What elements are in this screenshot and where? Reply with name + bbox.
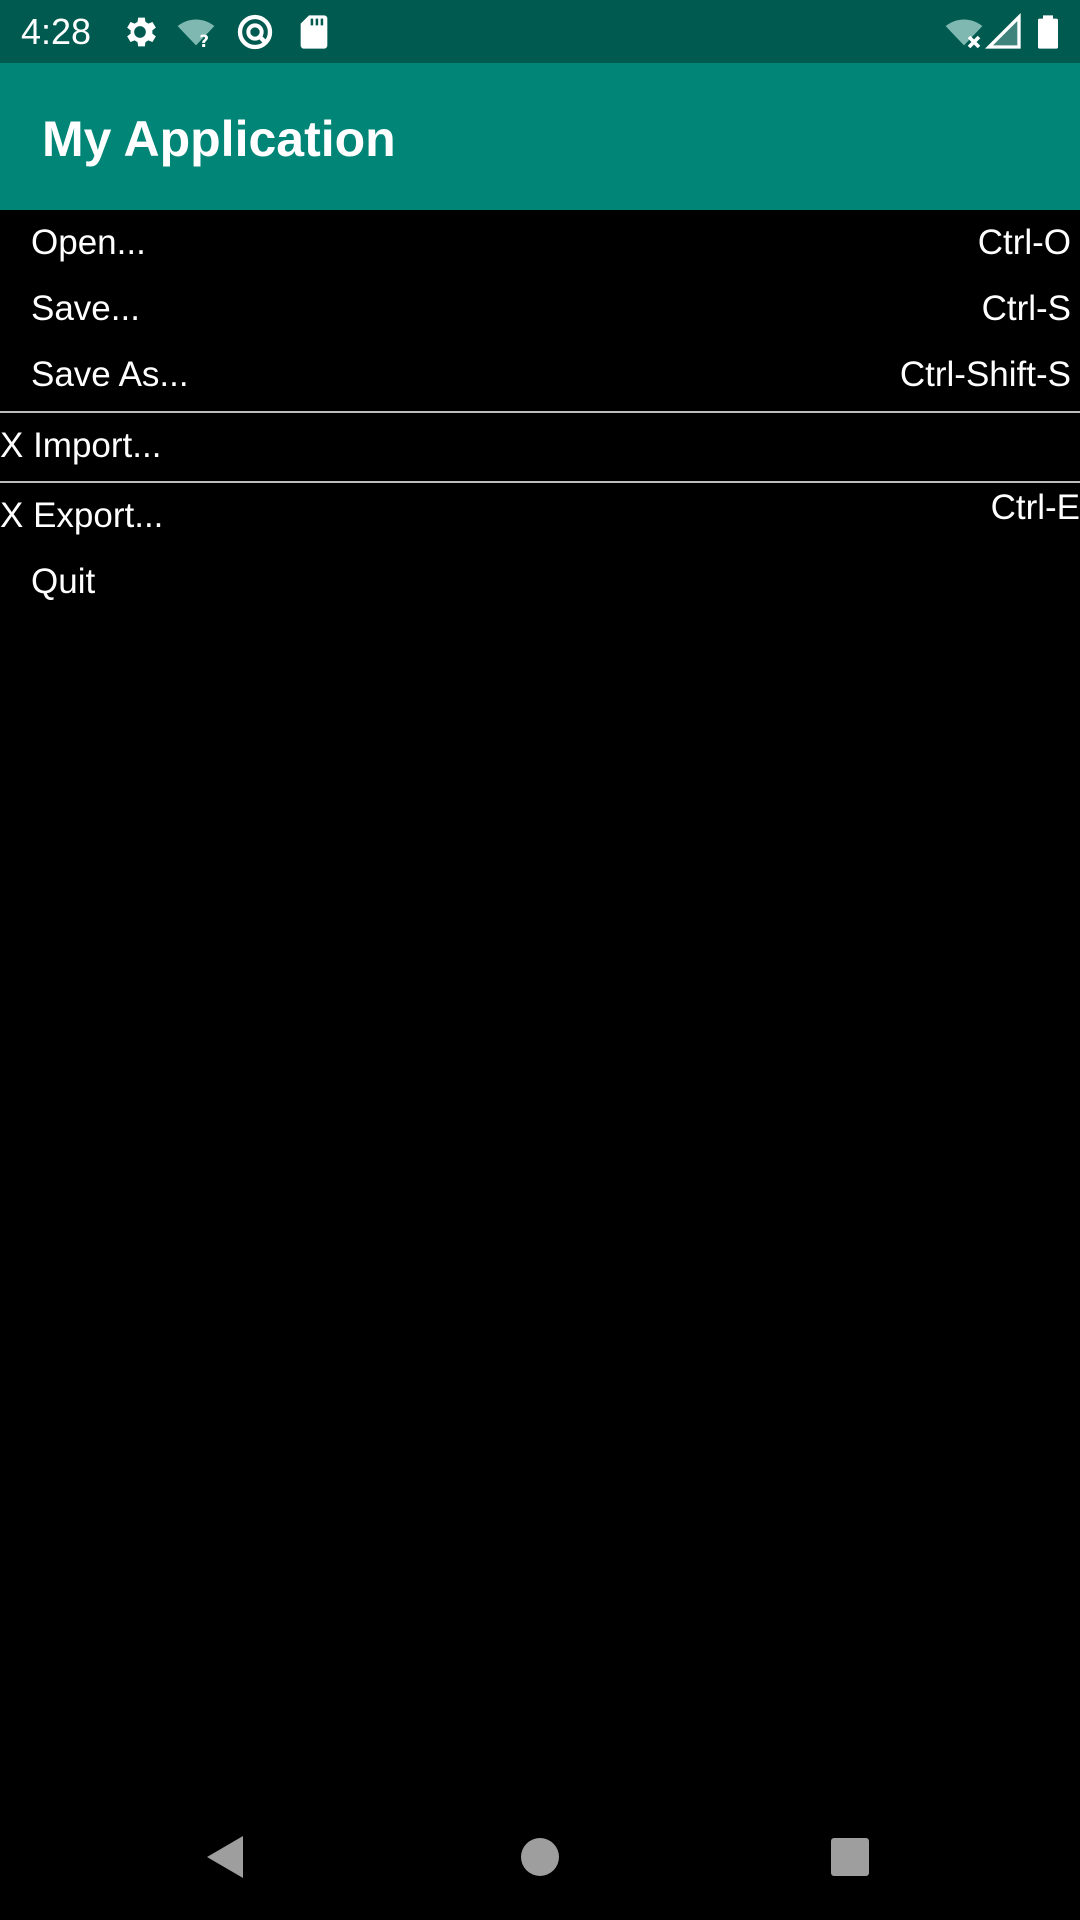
- battery-icon: [1028, 12, 1068, 52]
- menu-item-shortcut: Ctrl-E: [990, 488, 1080, 527]
- menu-item-shortcut: Ctrl-Shift-S: [899, 355, 1071, 394]
- app-title: My Application: [42, 111, 396, 167]
- menu-item-shortcut: Ctrl-S: [981, 289, 1071, 328]
- cell-signal-icon: [984, 12, 1024, 52]
- sd-card-icon: [294, 12, 334, 52]
- back-icon[interactable]: [199, 1830, 253, 1884]
- menu-item-label: Quit: [31, 562, 96, 601]
- menu-item-label: Save As...: [31, 355, 189, 394]
- status-bar: 4:28 ?: [0, 0, 1080, 63]
- wifi-unknown-icon: ?: [176, 12, 216, 52]
- menu-item-save-as[interactable]: Save As... Ctrl-Shift-S: [0, 342, 1080, 408]
- svg-text:?: ?: [199, 32, 209, 51]
- menu-item-import[interactable]: X Import...: [0, 413, 1080, 479]
- menu-item-label: X Import...: [0, 426, 162, 465]
- menu-item-label: Save...: [31, 289, 140, 328]
- wifi-off-icon: [944, 12, 984, 52]
- app-bar: My Application: [0, 63, 1080, 210]
- status-time: 4:28: [21, 11, 92, 52]
- menu-item-open[interactable]: Open... Ctrl-O: [0, 210, 1080, 276]
- screen: 4:28 ? My Application Open... Ctrl-O Sav…: [0, 0, 1080, 1920]
- menu-item-save[interactable]: Save... Ctrl-S: [0, 276, 1080, 342]
- menu-item-label: Open...: [31, 223, 146, 262]
- menu-item-export[interactable]: X Export... Ctrl-E: [0, 483, 1080, 549]
- menu-item-label: X Export...: [0, 496, 164, 535]
- settings-gear-icon: [120, 12, 160, 52]
- menu-item-shortcut: Ctrl-O: [977, 223, 1071, 262]
- data-saver-icon: [235, 12, 275, 52]
- menu-item-quit[interactable]: Quit: [0, 549, 1080, 615]
- recents-icon[interactable]: [823, 1830, 877, 1884]
- home-icon[interactable]: [513, 1830, 567, 1884]
- navigation-bar: [0, 1794, 1080, 1920]
